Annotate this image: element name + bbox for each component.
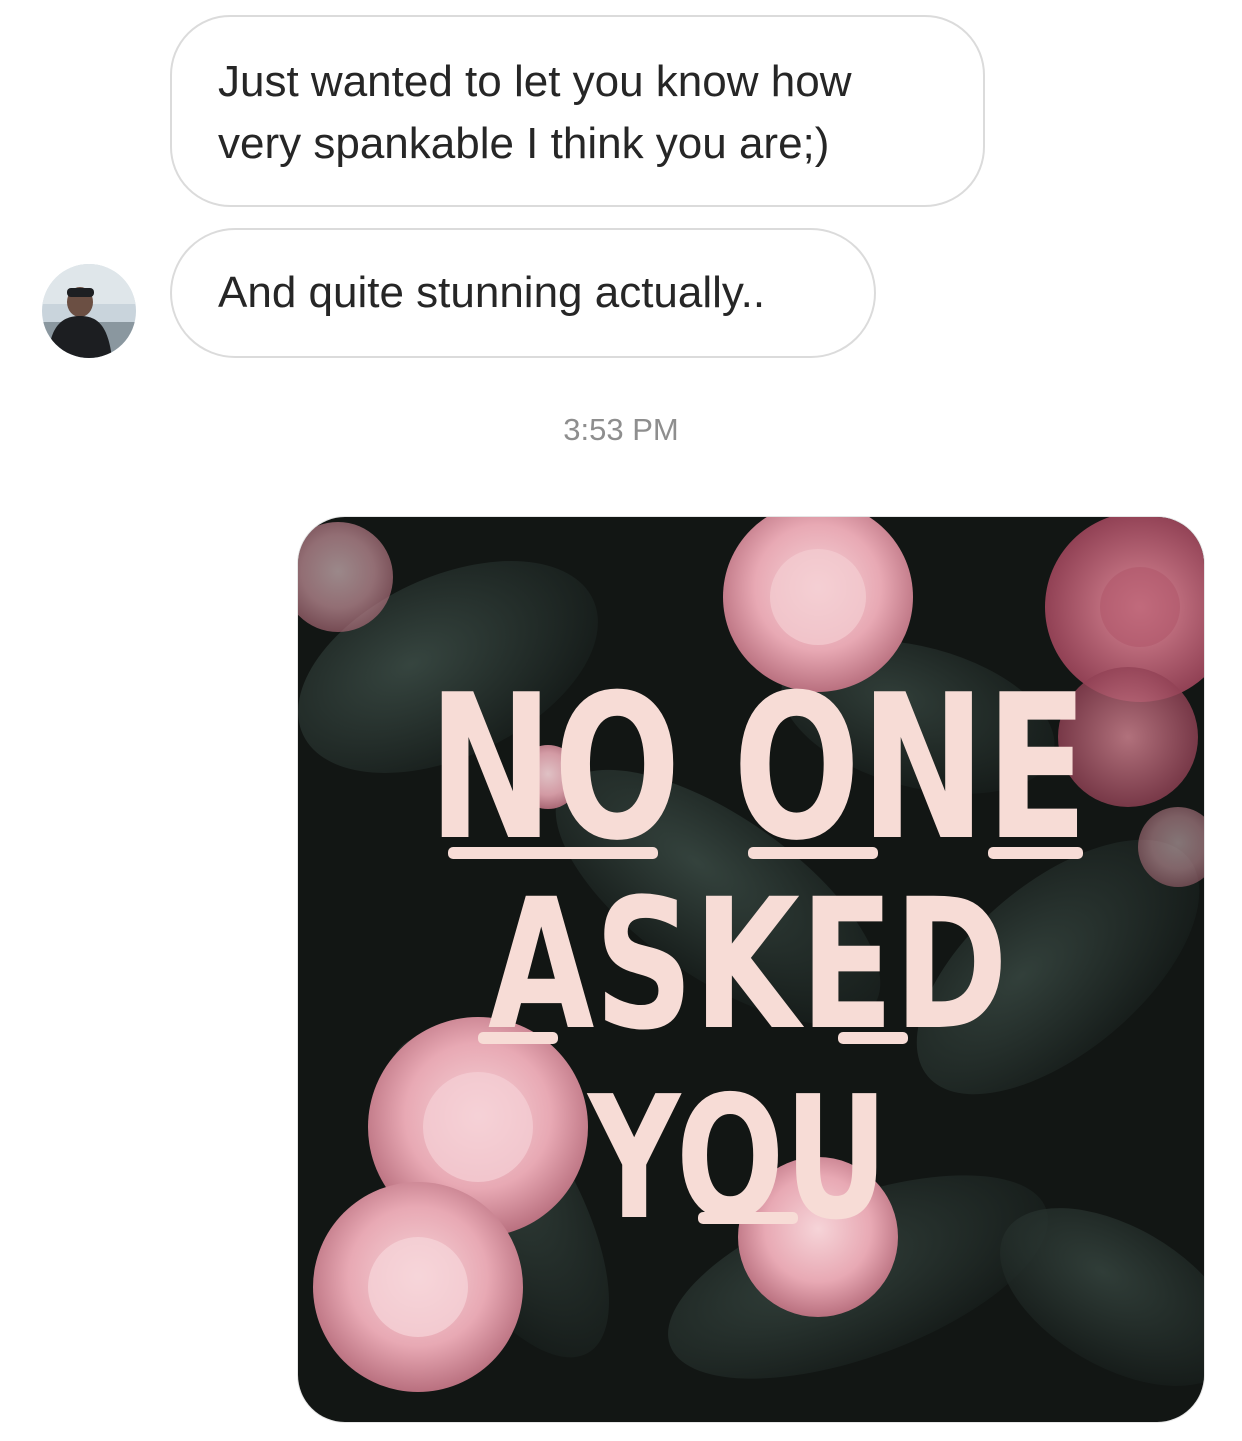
avatar-photo <box>42 264 136 358</box>
image-message[interactable]: NO ONE ASKED YOU <box>297 516 1205 1423</box>
floral-image: NO ONE ASKED YOU <box>298 517 1204 1422</box>
image-text-line-3: YOU <box>586 1060 888 1258</box>
message-bubble-received[interactable]: Just wanted to let you know how very spa… <box>170 15 985 207</box>
message-text: Just wanted to let you know how very spa… <box>218 57 852 168</box>
image-text-line-2: ASKED <box>488 861 1008 1070</box>
message-text: And quite stunning actually.. <box>218 268 766 317</box>
sender-avatar[interactable] <box>42 264 136 358</box>
message-bubble-received[interactable]: And quite stunning actually.. <box>170 228 876 358</box>
message-timestamp: 3:53 PM <box>563 412 679 447</box>
